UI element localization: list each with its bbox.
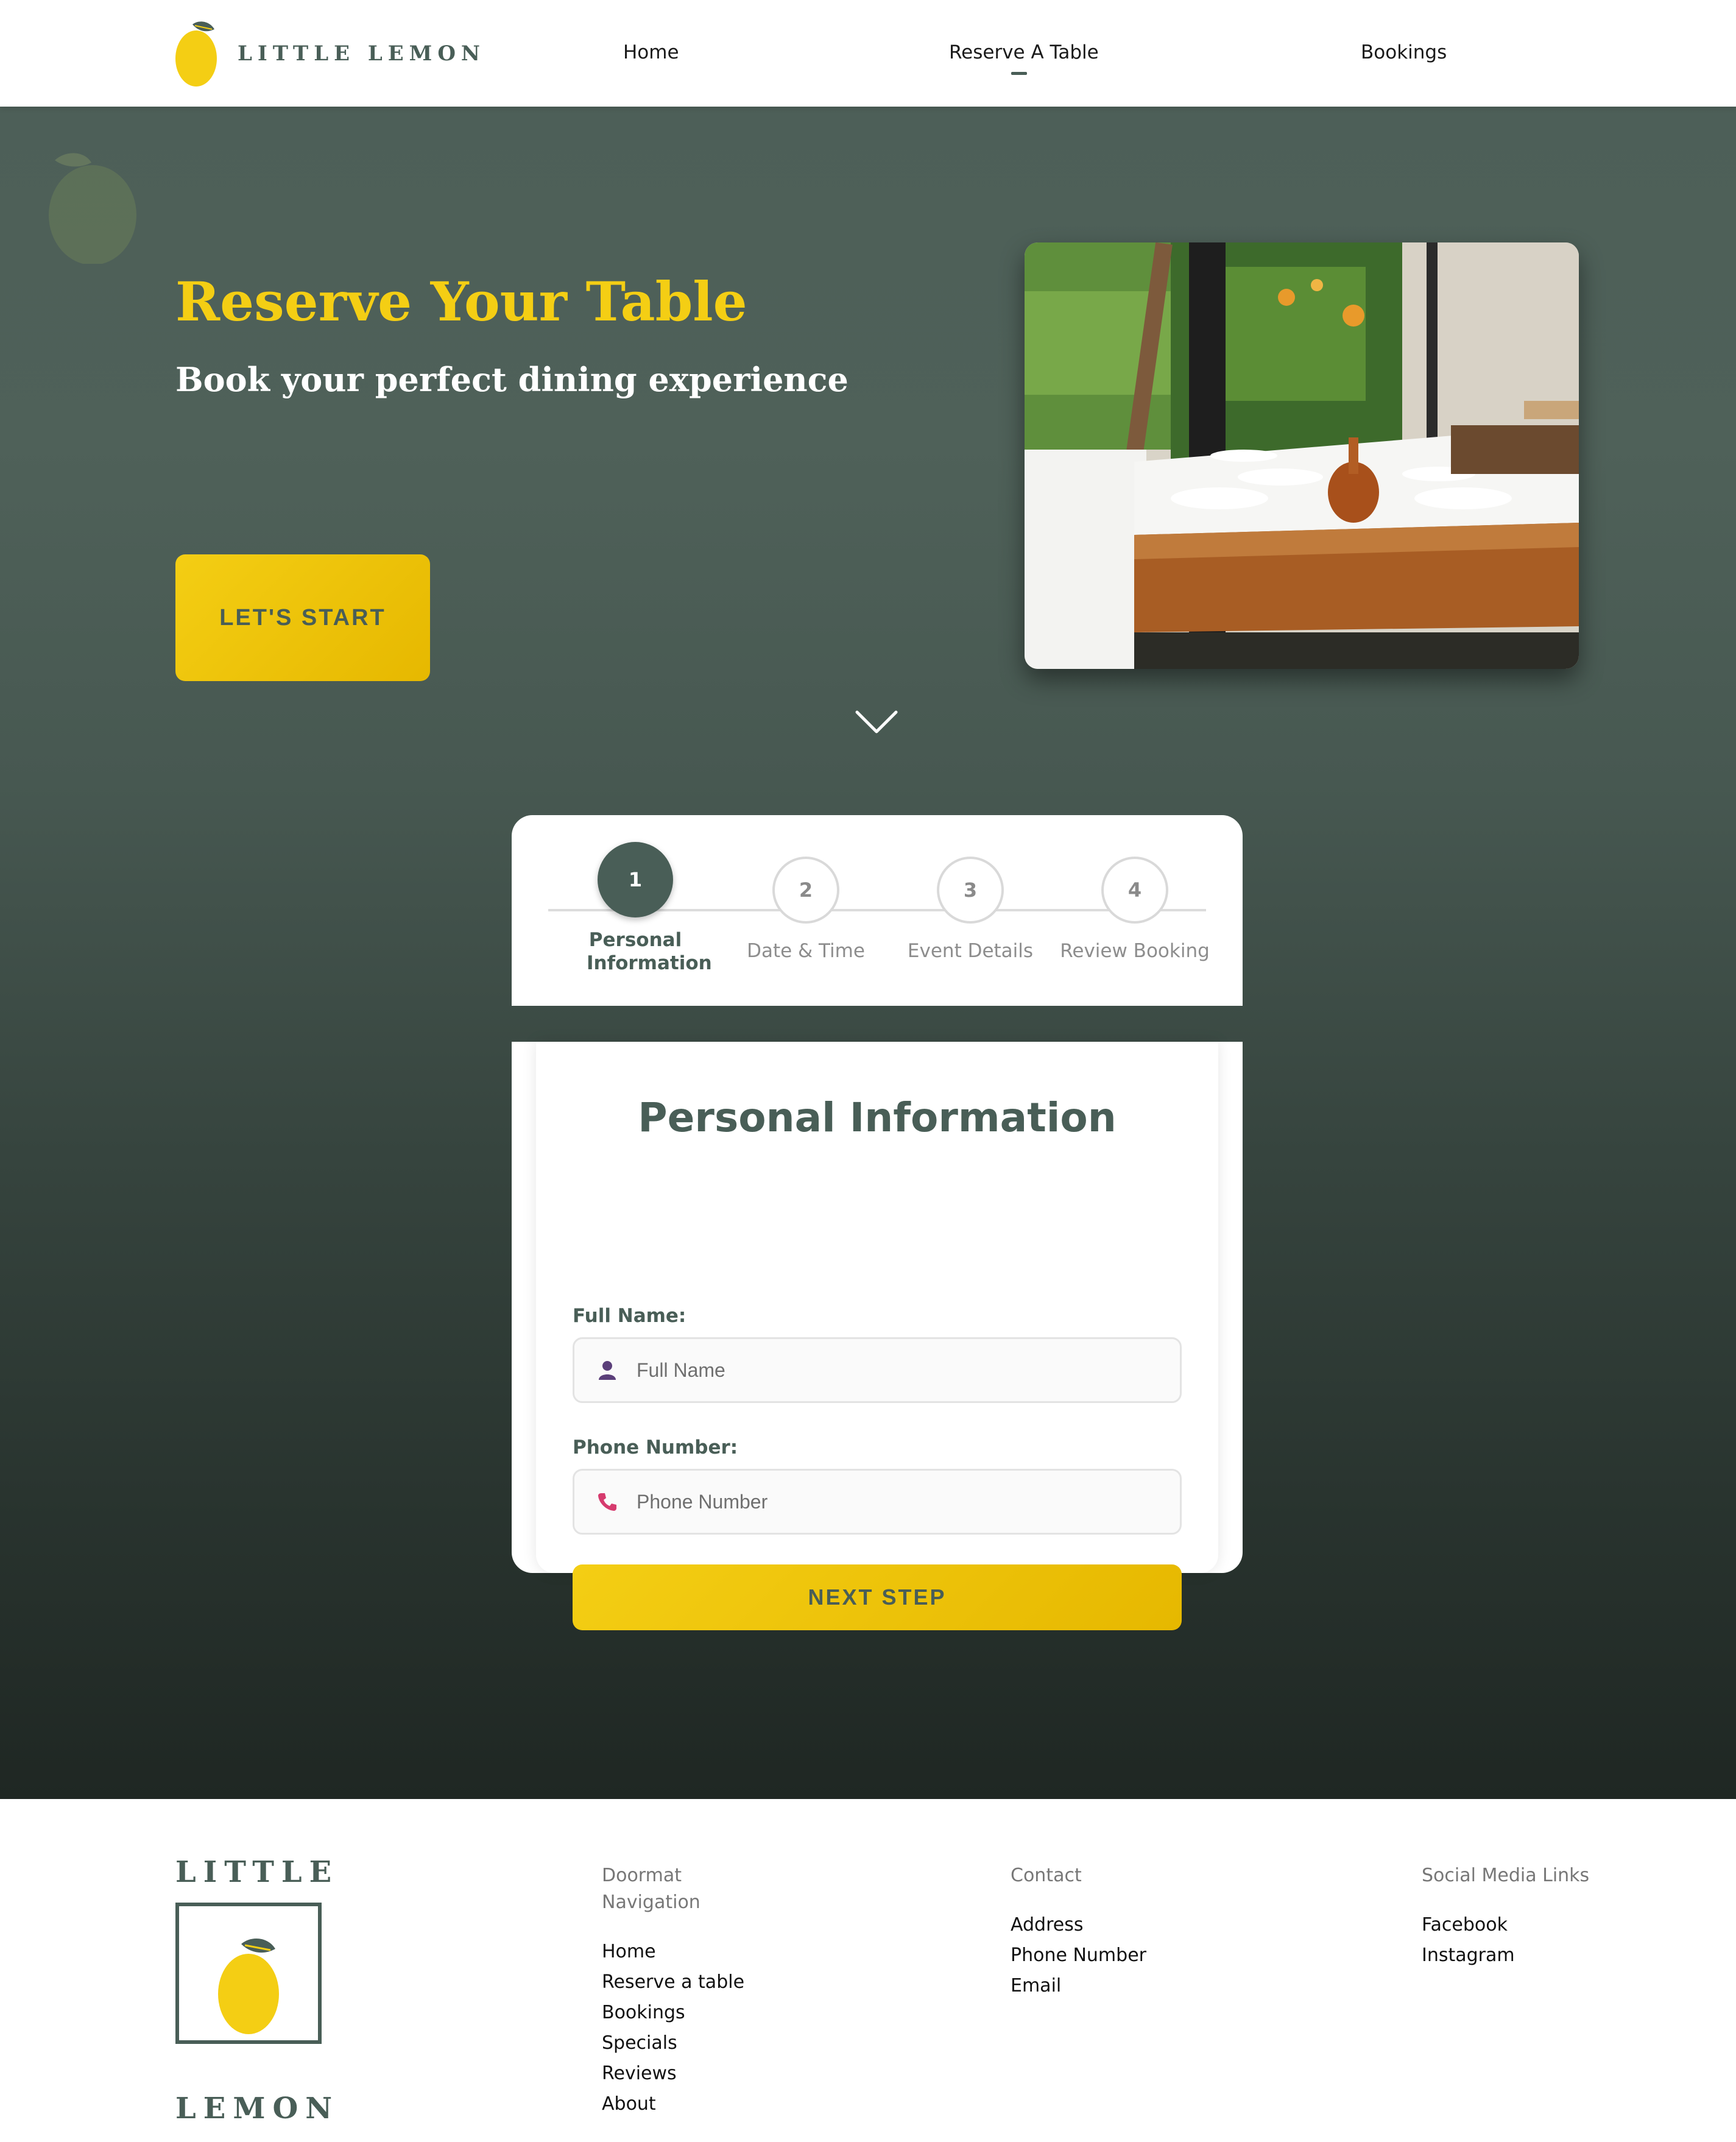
nav-bookings[interactable]: Bookings [1361, 41, 1447, 63]
footer-contact-list: Address Phone Number Email [1011, 1910, 1146, 2001]
phone-icon [596, 1491, 618, 1513]
logo-link[interactable]: LITTLE LEMON [174, 17, 485, 90]
decorative-lemon-icon [49, 153, 136, 264]
personal-information-form: Personal Information Full Name: Phone Nu… [512, 1042, 1243, 1630]
chevron-down-icon[interactable] [855, 709, 898, 735]
form-title: Personal Information [638, 1094, 1117, 1141]
footer-contact-heading: Contact [1011, 1865, 1082, 1886]
step-number-circle: 3 [937, 857, 1004, 924]
site-header: LITTLE LEMON Home Reserve A Table Bookin… [0, 0, 1736, 107]
step-label: Event Details [907, 940, 1034, 962]
full-name-input[interactable] [637, 1359, 1136, 1382]
phone-number-input[interactable] [637, 1490, 1136, 1513]
footer-link-bookings[interactable]: Bookings [602, 2002, 685, 2023]
lets-start-button[interactable]: LET'S START [175, 554, 430, 681]
step-number-circle: 2 [772, 857, 839, 924]
phone-number-label: Phone Number: [573, 1437, 738, 1458]
step-label: Date & Time [747, 940, 865, 962]
footer-social-heading: Social Media Links [1422, 1865, 1590, 1886]
step-label: Review Booking [1060, 940, 1210, 962]
footer-social-list: Facebook Instagram [1422, 1910, 1589, 1971]
main-section: Reserve Your Table Book your perfect din… [0, 107, 1736, 1799]
footer-logo-top: LITTLE [175, 1855, 339, 1889]
step-number: 1 [628, 868, 643, 891]
footer-link-facebook[interactable]: Facebook [1422, 1914, 1508, 1935]
step-number: 3 [963, 878, 978, 902]
footer-link-phone[interactable]: Phone Number [1011, 1945, 1146, 1966]
step-date-time[interactable]: 2 Date & Time [727, 815, 885, 963]
step-review-booking[interactable]: 4 Review Booking [1056, 815, 1214, 963]
full-name-label: Full Name: [573, 1305, 686, 1327]
footer-link-reviews[interactable]: Reviews [602, 2063, 677, 2084]
footer-social: Social Media Links Facebook Instagram [1422, 1862, 1589, 1971]
step-personal-information[interactable]: 1 Personal Information [556, 815, 715, 975]
active-nav-indicator [1011, 72, 1027, 75]
footer-link-home[interactable]: Home [602, 1941, 656, 1962]
next-step-button[interactable]: NEXT STEP [573, 1564, 1182, 1630]
footer-doormat-navigation: Doormat Navigation Home Reserve a table … [602, 1862, 785, 2119]
footer-link-address[interactable]: Address [1011, 1914, 1083, 1935]
footer-contact: Contact Address Phone Number Email [1011, 1862, 1146, 2001]
hero-title: Reserve Your Table [175, 270, 747, 333]
step-event-details[interactable]: 3 Event Details [891, 815, 1050, 963]
lemon-logo-icon [175, 21, 217, 87]
step-number: 4 [1127, 878, 1142, 902]
footer-link-instagram[interactable]: Instagram [1422, 1945, 1515, 1966]
footer-link-reserve[interactable]: Reserve a table [602, 1971, 744, 1993]
logo-text: LITTLE LEMON [238, 41, 486, 66]
hero-subtitle: Book your perfect dining experience [175, 360, 849, 399]
step-number-circle: 1 [598, 842, 673, 917]
restaurant-table-photo [1025, 242, 1579, 669]
phone-number-field[interactable] [573, 1469, 1182, 1535]
full-name-field[interactable] [573, 1337, 1182, 1403]
step-label: Personal Information [587, 929, 712, 974]
site-footer: LITTLE LEMON Doormat Navigation Home Res… [0, 1799, 1736, 2142]
nav-reserve-table[interactable]: Reserve A Table [949, 41, 1099, 63]
footer-logo-frame [175, 1903, 322, 2044]
footer-logo-bottom: LEMON [175, 2091, 340, 2126]
footer-link-email[interactable]: Email [1011, 1975, 1061, 1996]
footer-link-specials[interactable]: Specials [602, 2032, 677, 2054]
footer-nav-heading: Doormat Navigation [602, 1865, 700, 1913]
footer-link-about[interactable]: About [602, 2093, 656, 2115]
nav-home[interactable]: Home [623, 41, 679, 63]
booking-stepper: 1 Personal Information 2 Date & Time 3 E… [512, 815, 1243, 1006]
user-icon [596, 1359, 618, 1381]
step-number: 2 [799, 878, 813, 902]
step-number-circle: 4 [1101, 857, 1168, 924]
lemon-logo-icon [218, 1938, 279, 2034]
footer-nav-list: Home Reserve a table Bookings Specials R… [602, 1937, 785, 2119]
